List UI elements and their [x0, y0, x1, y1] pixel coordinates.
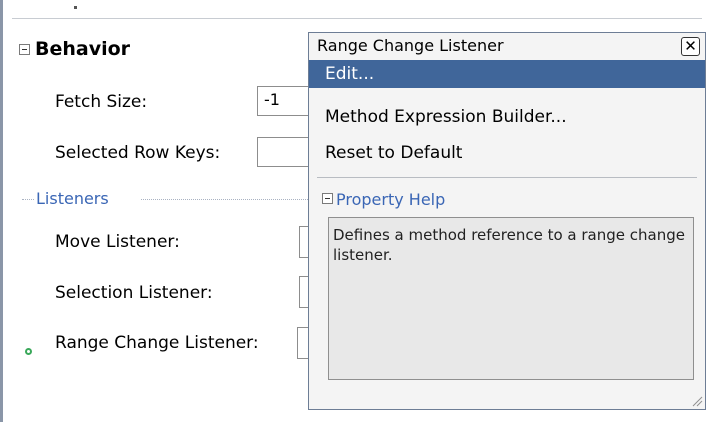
range-change-listener-label: Range Change Listener:: [55, 333, 259, 353]
menu-item-method-expression-builder-label: Method Expression Builder...: [325, 107, 567, 127]
selection-listener-label: Selection Listener:: [55, 283, 213, 303]
menu-item-method-expression-builder[interactable]: Method Expression Builder...: [309, 103, 705, 131]
listeners-divider-right: [141, 199, 308, 200]
panel-left-border: [0, 0, 3, 422]
selected-row-keys-label: Selected Row Keys:: [55, 143, 221, 163]
move-listener-label: Move Listener:: [55, 232, 180, 252]
collapse-property-help-icon[interactable]: [322, 193, 333, 204]
range-change-listener-popup: Range Change Listener ✕ Edit... Method E…: [308, 32, 706, 410]
menu-item-reset-to-default-label: Reset to Default: [325, 143, 463, 163]
popup-title: Range Change Listener: [317, 36, 504, 55]
resize-grip-icon[interactable]: [691, 395, 703, 407]
section-divider: [12, 18, 702, 19]
previous-section-marker: [74, 6, 77, 9]
menu-item-edit[interactable]: Edit...: [309, 60, 705, 88]
collapse-behavior-icon[interactable]: [19, 44, 30, 55]
listeners-subsection-title: Listeners: [36, 189, 109, 208]
property-help-text: Defines a method reference to a range ch…: [328, 217, 694, 380]
popup-separator: [317, 177, 697, 178]
property-help-title: Property Help: [336, 190, 446, 209]
property-set-indicator-icon: [25, 348, 32, 355]
fetch-size-label: Fetch Size:: [55, 92, 148, 112]
menu-item-reset-to-default[interactable]: Reset to Default: [309, 139, 705, 167]
close-icon[interactable]: ✕: [681, 37, 700, 56]
listeners-divider-left: [22, 199, 34, 200]
section-title-behavior: Behavior: [35, 38, 131, 60]
menu-item-edit-label: Edit...: [325, 64, 375, 84]
